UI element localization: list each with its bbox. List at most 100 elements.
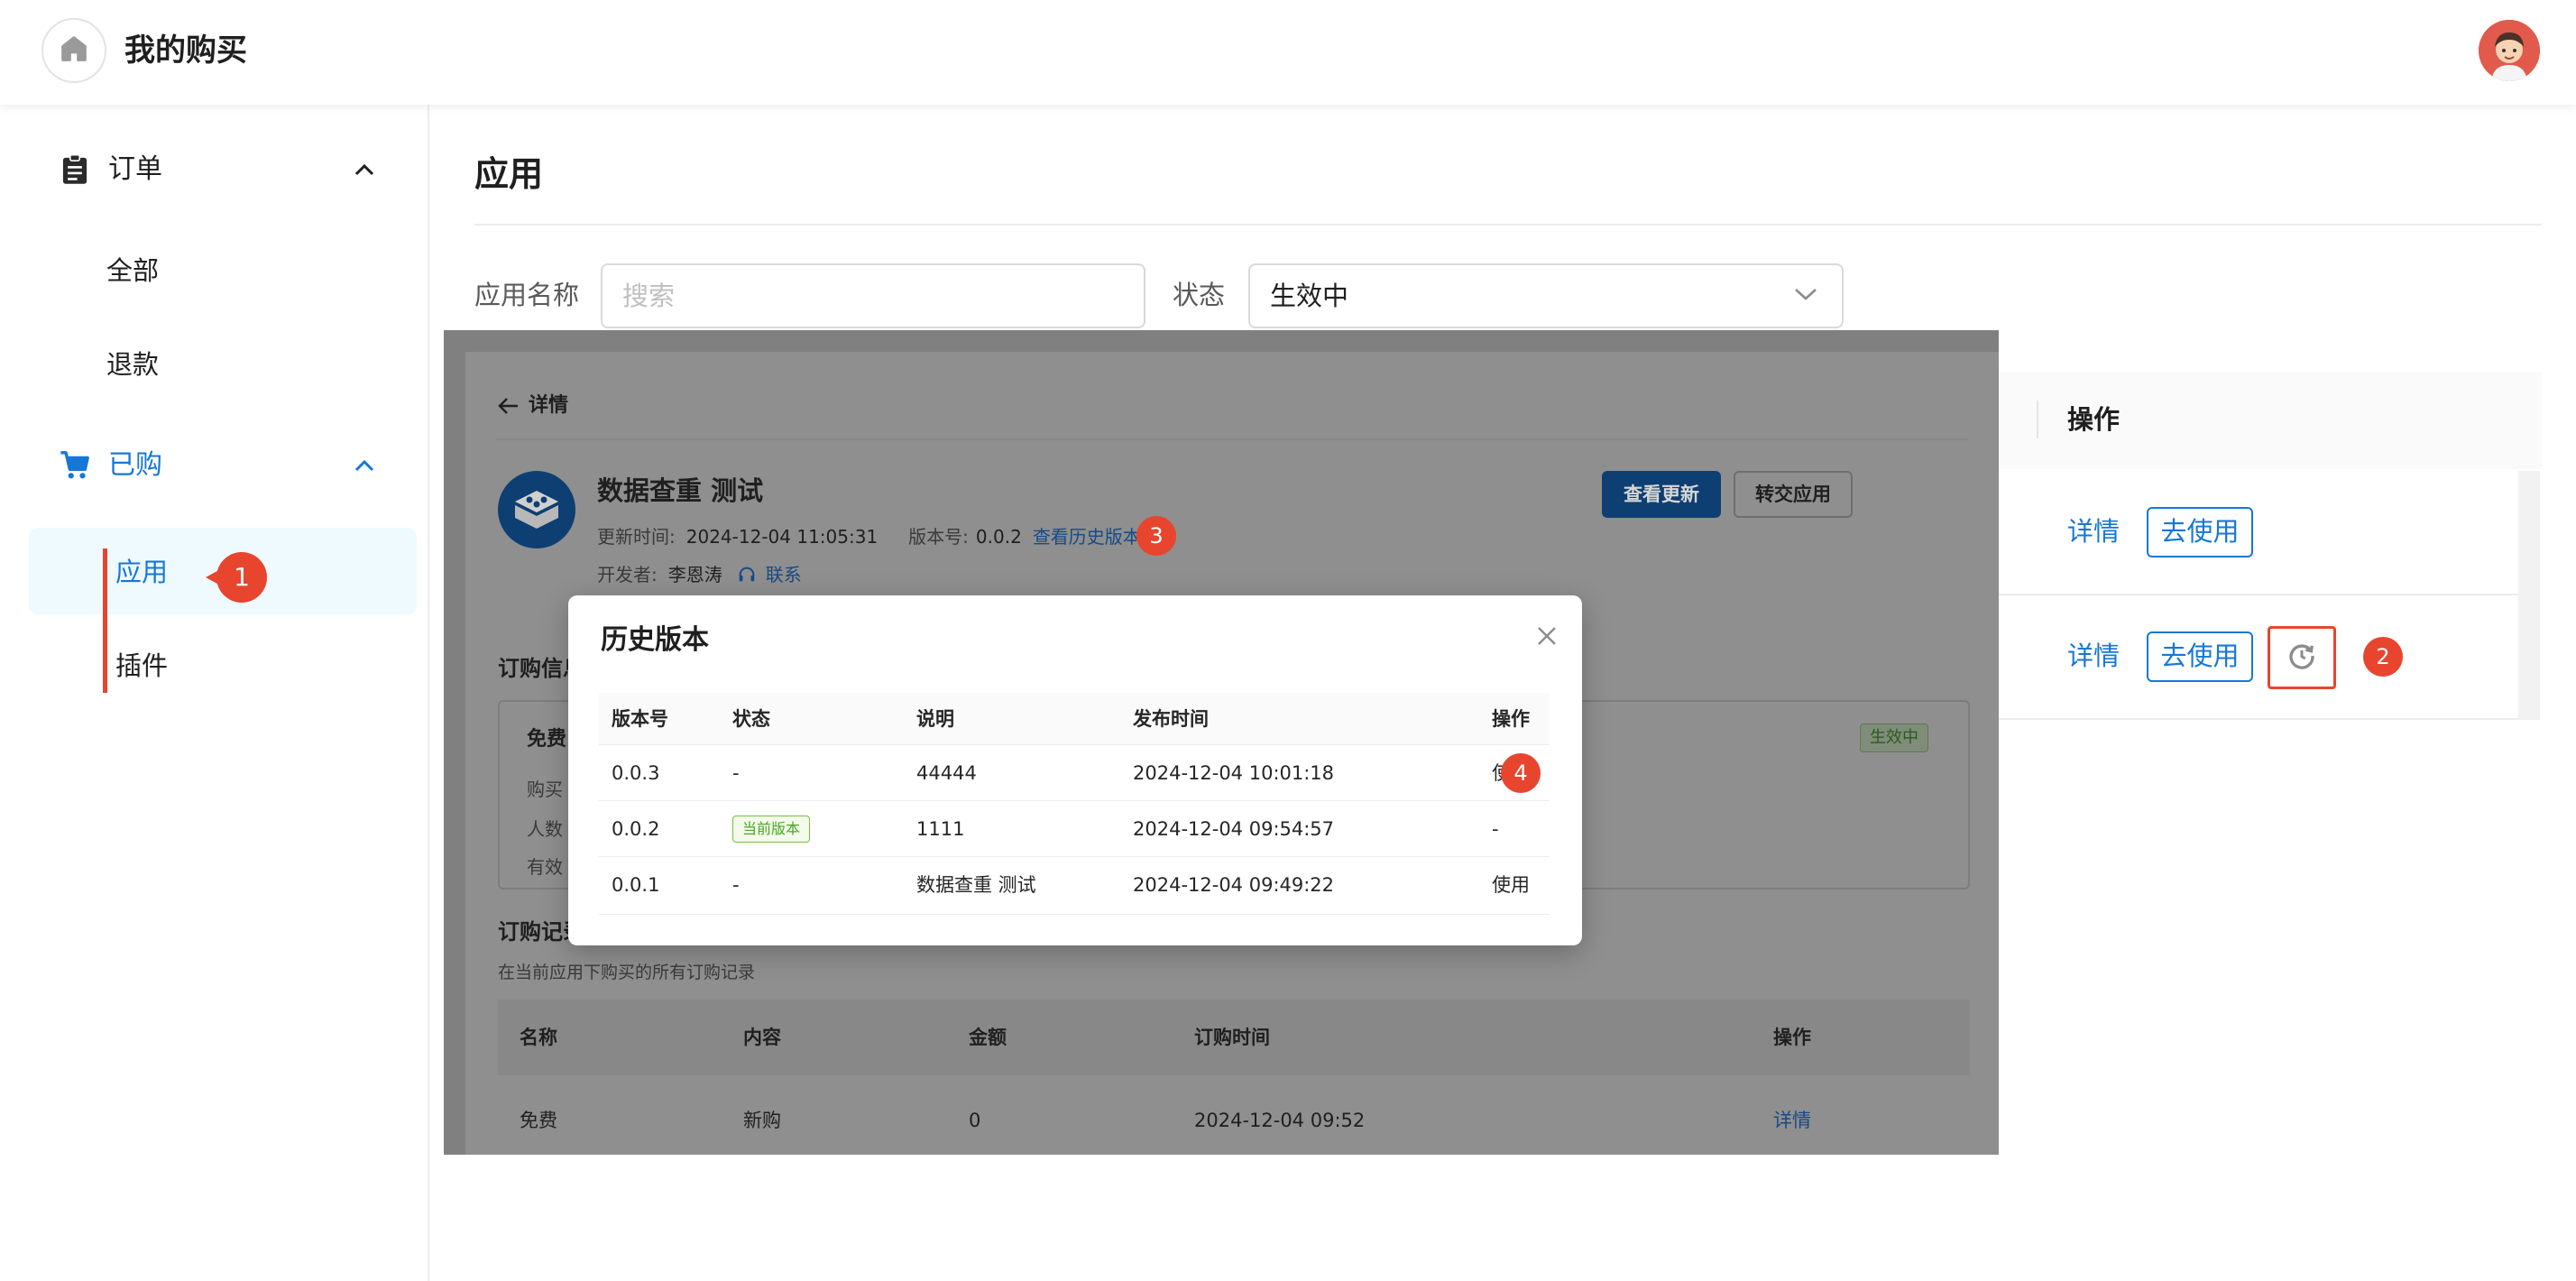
version-number: 0.0.2 [612, 818, 660, 840]
sidebar-item-apps[interactable]: 应用 [115, 552, 168, 592]
search-placeholder: 搜索 [622, 281, 676, 311]
records-col-header: 名称 [520, 1027, 557, 1048]
status-label: 状态 [1173, 280, 1226, 310]
status-tag: 生效中 [1860, 723, 1928, 752]
sidebar-item-refund[interactable]: 退款 [106, 345, 159, 384]
table-row: 详情 去使用 [1984, 471, 2518, 595]
current-version-label: 当前版本 [732, 816, 811, 843]
update-time-label: 更新时间: [597, 526, 676, 548]
info-label: 购买 [527, 779, 563, 800]
version-time: 2024-12-04 10:01:18 [1133, 762, 1335, 784]
history-button[interactable] [2268, 626, 2336, 689]
detail-link[interactable]: 详情 [2067, 637, 2120, 675]
detail-link[interactable]: 详情 [2067, 512, 2120, 550]
close-icon[interactable] [1533, 622, 1560, 650]
version-number: 0.0.3 [612, 762, 660, 784]
col-header-version: 版本号 [612, 708, 668, 730]
developer-info: 开发者: 李恩涛 联系 [597, 561, 802, 588]
version-desc: 44444 [916, 762, 977, 784]
modal-title: 历史版本 [601, 624, 709, 656]
version-desc: 1111 [916, 818, 965, 840]
check-update-button[interactable]: 查看更新 [1602, 471, 1721, 518]
search-input[interactable]: 搜索 [601, 263, 1145, 328]
annotation-badge-1: 1 [216, 552, 267, 603]
chevron-up-icon[interactable] [352, 157, 377, 182]
records-col-header: 订购时间 [1194, 1027, 1270, 1048]
version-status: - [732, 762, 740, 784]
info-label: 人数 [527, 818, 563, 840]
update-time: 2024-12-04 11:05:31 [685, 526, 879, 548]
back-label: 详情 [529, 394, 569, 417]
active-indicator [103, 548, 107, 693]
sidebar-group-label: 已购 [108, 449, 162, 481]
sidebar-item-all[interactable]: 全部 [106, 251, 159, 290]
annotation-badge-3: 3 [1136, 516, 1176, 556]
chevron-down-icon [1793, 285, 1818, 307]
version-time: 2024-12-04 09:54:57 [1133, 818, 1335, 840]
use-button[interactable]: 去使用 [2147, 631, 2253, 682]
chevron-up-icon[interactable] [352, 453, 377, 478]
record-name: 免费 [520, 1110, 557, 1131]
app-name: 数据查重 测试 [597, 475, 764, 506]
user-avatar[interactable] [2479, 20, 2540, 81]
sidebar [0, 105, 429, 1281]
info-label: 有效 [527, 856, 563, 878]
app-title: 我的购买 [124, 32, 247, 69]
home-button[interactable] [41, 18, 106, 83]
version-time: 2024-12-04 09:49:22 [1133, 874, 1335, 896]
use-button[interactable]: 去使用 [2147, 507, 2253, 558]
divider [496, 438, 1968, 440]
col-header-time: 发布时间 [1133, 708, 1209, 730]
developer-label: 开发者: [597, 564, 658, 585]
record-amount: 0 [969, 1110, 981, 1131]
scrollbar[interactable] [2518, 471, 2540, 720]
column-separator [2037, 401, 2038, 438]
table-row: 0.0.2 当前版本 1111 2024-12-04 09:54:57 - [599, 801, 1550, 857]
col-header-status: 状态 [732, 708, 770, 730]
record-time: 2024-12-04 09:52 [1194, 1110, 1366, 1131]
annotation-badge-4: 4 [1501, 753, 1541, 793]
records-col-header: 金额 [969, 1027, 1007, 1048]
modal-table-header: 版本号 状态 说明 发布时间 操作 [599, 693, 1550, 745]
clipboard-icon [60, 154, 90, 185]
sidebar-group-label: 订单 [108, 153, 162, 185]
history-version-link[interactable]: 查看历史版本 [1033, 523, 1141, 550]
divider [474, 224, 2542, 226]
annotation-badge-2: 2 [2363, 637, 2403, 677]
transfer-app-button[interactable]: 转交应用 [1734, 471, 1853, 518]
sidebar-group-purchased[interactable]: 已购 [60, 446, 162, 485]
app-meta: 更新时间: 2024-12-04 11:05:31 版本号: 0.0.2 查看历… [597, 523, 1141, 550]
version-op: - [1492, 818, 1499, 840]
records-desc: 在当前应用下购买的所有订购记录 [498, 963, 756, 982]
current-version-tag: 当前版本 [732, 816, 811, 843]
records-col-header: 内容 [743, 1027, 781, 1048]
version-value: 0.0.2 [975, 526, 1022, 548]
table-row: 0.0.1 - 数据查重 测试 2024-12-04 09:49:22 使用 [599, 857, 1550, 915]
app-name-label: 应用名称 [474, 280, 580, 310]
top-bar: 我的购买 [0, 0, 2576, 105]
sidebar-item-plugins[interactable]: 插件 [115, 646, 168, 686]
history-version-modal: 历史版本 版本号 状态 说明 发布时间 操作 0.0.3 - 44444 202… [568, 595, 1582, 945]
record-detail-link[interactable]: 详情 [1773, 1106, 1811, 1135]
sidebar-group-orders[interactable]: 订单 [60, 150, 162, 189]
history-icon [2286, 640, 2318, 676]
table-row: 0.0.3 - 44444 2024-12-04 10:01:18 使用 [599, 745, 1550, 801]
app-logo-icon [498, 471, 575, 548]
back-link[interactable]: 详情 [498, 392, 568, 420]
contact-link[interactable]: 联系 [766, 561, 802, 588]
arrow-left-icon [498, 397, 520, 415]
developer-name: 李恩涛 [667, 564, 722, 585]
records-table-header: 名称 内容 金额 订购时间 操作 [498, 1000, 1970, 1075]
status-select[interactable]: 生效中 [1248, 263, 1844, 328]
use-version-link[interactable]: 使用 [1492, 857, 1530, 913]
version-number: 0.0.1 [612, 874, 660, 896]
plan-name: 免费 [527, 728, 567, 751]
record-content: 新购 [743, 1110, 781, 1131]
records-col-header: 操作 [1773, 1027, 1811, 1048]
cart-icon [60, 450, 90, 481]
col-header-desc: 说明 [916, 708, 954, 730]
version-desc: 数据查重 测试 [916, 874, 1036, 896]
table-row: 免费 新购 0 2024-12-04 09:52 详情 [498, 1075, 1970, 1155]
headset-icon [737, 565, 757, 585]
page-title: 应用 [474, 154, 544, 194]
